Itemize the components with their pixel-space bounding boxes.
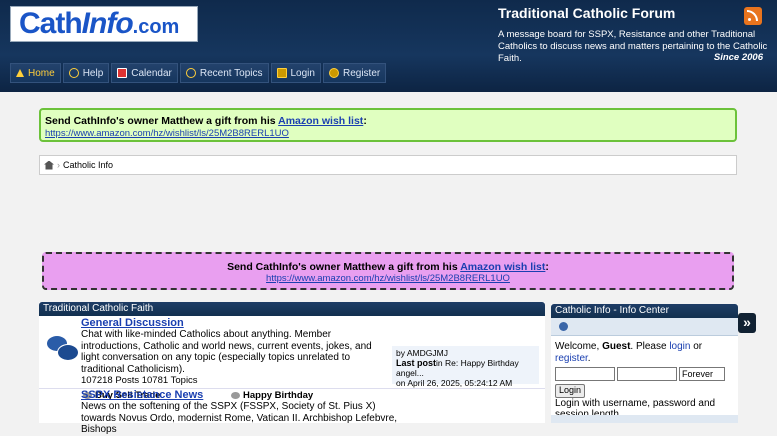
site-title: Traditional Catholic Forum (498, 5, 676, 21)
nav-label: Register (342, 67, 381, 79)
board-title[interactable]: General Discussion (81, 317, 184, 329)
nav-label: Login (290, 67, 315, 79)
gift-colon: : (363, 115, 367, 127)
board-description: News on the softening of the SSPX (FSSPX… (81, 401, 398, 435)
info-center: Catholic Info - Info Center Welcome, Gue… (551, 304, 738, 423)
help-icon (185, 68, 196, 78)
username-input[interactable] (555, 367, 615, 381)
wishlist-url-link[interactable]: https://www.amazon.com/hz/wishlist/ls/25… (45, 128, 289, 139)
period-text: . (587, 352, 591, 364)
nav-login[interactable]: Login (270, 63, 321, 83)
session-length-select[interactable]: Forever (679, 367, 725, 381)
since-label: Since 2006 (713, 52, 763, 63)
site-header: Cath Info .com Traditional Catholic Forum … (0, 0, 777, 92)
logo-text-info: Info (81, 7, 134, 40)
gift-colon: : (545, 261, 549, 273)
info-center-title[interactable]: Catholic Info - Info Center (551, 304, 738, 318)
board-general-discussion: General Discussion Chat with like-minded… (39, 316, 545, 401)
nav-calendar[interactable]: Calendar (111, 63, 178, 83)
board-stats: 107218 Posts 10781 Topics (81, 375, 198, 386)
gift-banner-text: Send CathInfo's owner Matthew a gift fro… (45, 115, 731, 127)
nav-register[interactable]: Register (322, 63, 387, 83)
breadcrumb: › Catholic Info (39, 155, 737, 175)
info-center-footer-bar (551, 415, 738, 423)
calendar-icon (117, 68, 128, 78)
home-icon (16, 69, 24, 77)
breadcrumb-item[interactable]: Catholic Info (63, 160, 113, 170)
lock-icon (276, 68, 287, 78)
last-post-info: by AMDGJMJ Last postin Re: Happy Birthda… (392, 346, 539, 388)
gift-text: Send CathInfo's owner Matthew a gift fro… (227, 261, 458, 273)
or-text: or (693, 341, 703, 352)
board-title[interactable]: SSPX Resistance News (81, 389, 203, 401)
nav-home[interactable]: Home (10, 63, 61, 83)
login-link[interactable]: login (669, 341, 690, 352)
nav-label: Home (28, 67, 55, 79)
board-description: Chat with like-minded Catholics about an… (81, 329, 372, 375)
chat-bubbles-icon (47, 336, 79, 362)
register-link[interactable]: register (555, 353, 588, 364)
nav-label: Recent Topics (199, 67, 263, 79)
guest-label: Guest (602, 341, 631, 352)
please-text: . Please (630, 341, 667, 352)
welcome-text: Welcome, (555, 341, 600, 352)
category-title[interactable]: Traditional Catholic Faith (39, 302, 545, 316)
wishlist-link[interactable]: Amazon wish list (278, 115, 363, 127)
category-traditional-catholic-faith: Traditional Catholic Faith General Discu… (39, 302, 545, 435)
site-logo[interactable]: Cath Info .com (10, 6, 198, 42)
password-input[interactable] (617, 367, 677, 381)
home-icon[interactable] (44, 160, 54, 170)
gift-banner-bottom: Send CathInfo's owner Matthew a gift fro… (42, 252, 734, 290)
key-icon (328, 68, 339, 78)
board-sspx-resistance-news: SSPX Resistance News News on the softeni… (39, 388, 545, 435)
logo-text-cath: Cath (19, 7, 83, 40)
info-center-user-bar (551, 318, 738, 336)
sidebar-toggle-icon[interactable]: » (738, 313, 756, 333)
user-icon (559, 322, 568, 331)
gift-text: Send CathInfo's owner Matthew a gift fro… (45, 115, 276, 127)
nav-recent-topics[interactable]: Recent Topics (179, 63, 269, 83)
info-center-body: Welcome, Guest. Please login or register… (551, 336, 738, 426)
last-post-label: Last post (396, 358, 437, 368)
main-nav: Home Help Calendar Recent Topics Login R… (10, 63, 387, 83)
rss-icon[interactable] (744, 7, 762, 25)
logo-text-com: .com (132, 15, 180, 38)
last-post-author[interactable]: by AMDGJMJ (396, 348, 535, 358)
nav-label: Help (82, 67, 104, 79)
nav-help[interactable]: Help (62, 63, 110, 83)
login-button[interactable]: Login (555, 384, 586, 398)
gift-banner-top: Send CathInfo's owner Matthew a gift fro… (39, 108, 737, 142)
last-post-date: on April 26, 2025, 05:24:12 AM (396, 378, 513, 388)
wishlist-link[interactable]: Amazon wish list (460, 261, 545, 273)
nav-label: Calendar (131, 67, 172, 79)
wishlist-url-link[interactable]: https://www.amazon.com/hz/wishlist/ls/25… (266, 273, 510, 284)
help-icon (68, 68, 79, 78)
